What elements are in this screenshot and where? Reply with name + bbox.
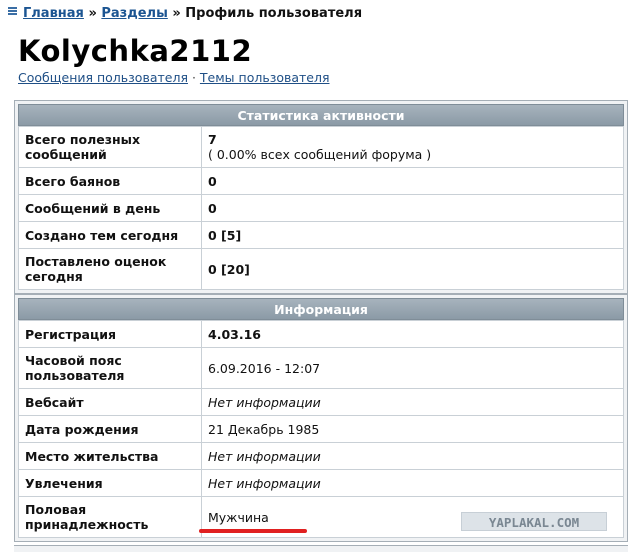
info-label: Регистрация (18, 320, 202, 348)
stat-label: Создано тем сегодня (18, 221, 202, 249)
site-watermark: YAPLAKAL.COM (461, 512, 607, 531)
table-row: Регистрация 4.03.16 (18, 320, 624, 348)
stat-label: Сообщений в день (18, 194, 202, 222)
breadcrumb: Главная » Разделы » Профиль пользователя (4, 6, 362, 21)
user-links: Сообщения пользователя · Темы пользовате… (18, 70, 330, 85)
stat-value: 0 (201, 167, 624, 195)
breadcrumb-home-link[interactable]: Главная (23, 6, 84, 21)
table-row: Место жительства Нет информации (18, 442, 624, 470)
nav-list-icon (8, 7, 17, 16)
user-info-panel: Информация Регистрация 4.03.16 Часовой п… (14, 294, 628, 542)
breadcrumb-separator: » (172, 6, 181, 21)
red-underline-annotation (199, 529, 307, 533)
page-title: Kolychka2112 (18, 34, 253, 68)
breadcrumb-separator: » (88, 6, 97, 21)
info-label: Увлечения (18, 469, 202, 497)
info-label: Место жительства (18, 442, 202, 470)
stat-value: 7 ( 0.00% всех сообщений форума ) (201, 126, 624, 168)
stat-label: Поставлено оценок сегодня (18, 248, 202, 290)
user-info-table: Регистрация 4.03.16 Часовой пояс пользов… (18, 320, 624, 538)
table-row: Дата рождения 21 Декабрь 1985 (18, 415, 624, 443)
table-row: Часовой пояс пользователя 6.09.2016 - 12… (18, 347, 624, 389)
stat-value: 0 [20] (201, 248, 624, 290)
stat-label: Всего полезных сообщений (18, 126, 202, 168)
stat-label: Всего баянов (18, 167, 202, 195)
info-label: Часовой пояс пользователя (18, 347, 202, 389)
info-label: Дата рождения (18, 415, 202, 443)
table-row: Всего полезных сообщений 7 ( 0.00% всех … (18, 126, 624, 168)
breadcrumb-sections-link[interactable]: Разделы (101, 6, 167, 21)
table-row: Увлечения Нет информации (18, 469, 624, 497)
user-messages-link[interactable]: Сообщения пользователя (18, 70, 188, 85)
info-value: Нет информации (201, 442, 624, 470)
activity-stats-panel: Статистика активности Всего полезных соо… (14, 100, 628, 294)
info-value: 6.09.2016 - 12:07 (201, 347, 624, 389)
info-value: 4.03.16 (201, 320, 624, 348)
stat-value-main: 7 (208, 132, 217, 147)
table-row: Сообщений в день 0 (18, 194, 624, 222)
info-value: Нет информации (201, 469, 624, 497)
activity-stats-header: Статистика активности (18, 104, 624, 126)
next-panel-edge (14, 545, 628, 552)
activity-stats-table: Всего полезных сообщений 7 ( 0.00% всех … (18, 126, 624, 290)
info-label: Половая принадлежность (18, 496, 202, 538)
table-row: Всего баянов 0 (18, 167, 624, 195)
table-row: Вебсайт Нет информации (18, 388, 624, 416)
info-label: Вебсайт (18, 388, 202, 416)
table-row: Создано тем сегодня 0 [5] (18, 221, 624, 249)
info-value: Нет информации (201, 388, 624, 416)
info-value: 21 Декабрь 1985 (201, 415, 624, 443)
breadcrumb-current: Профиль пользователя (185, 6, 363, 21)
stat-value: 0 [5] (201, 221, 624, 249)
user-links-separator: · (191, 70, 196, 85)
table-row: Поставлено оценок сегодня 0 [20] (18, 248, 624, 290)
user-info-header: Информация (18, 298, 624, 320)
stat-value-note: ( 0.00% всех сообщений форума ) (208, 147, 432, 162)
user-topics-link[interactable]: Темы пользователя (200, 70, 330, 85)
stat-value: 0 (201, 194, 624, 222)
